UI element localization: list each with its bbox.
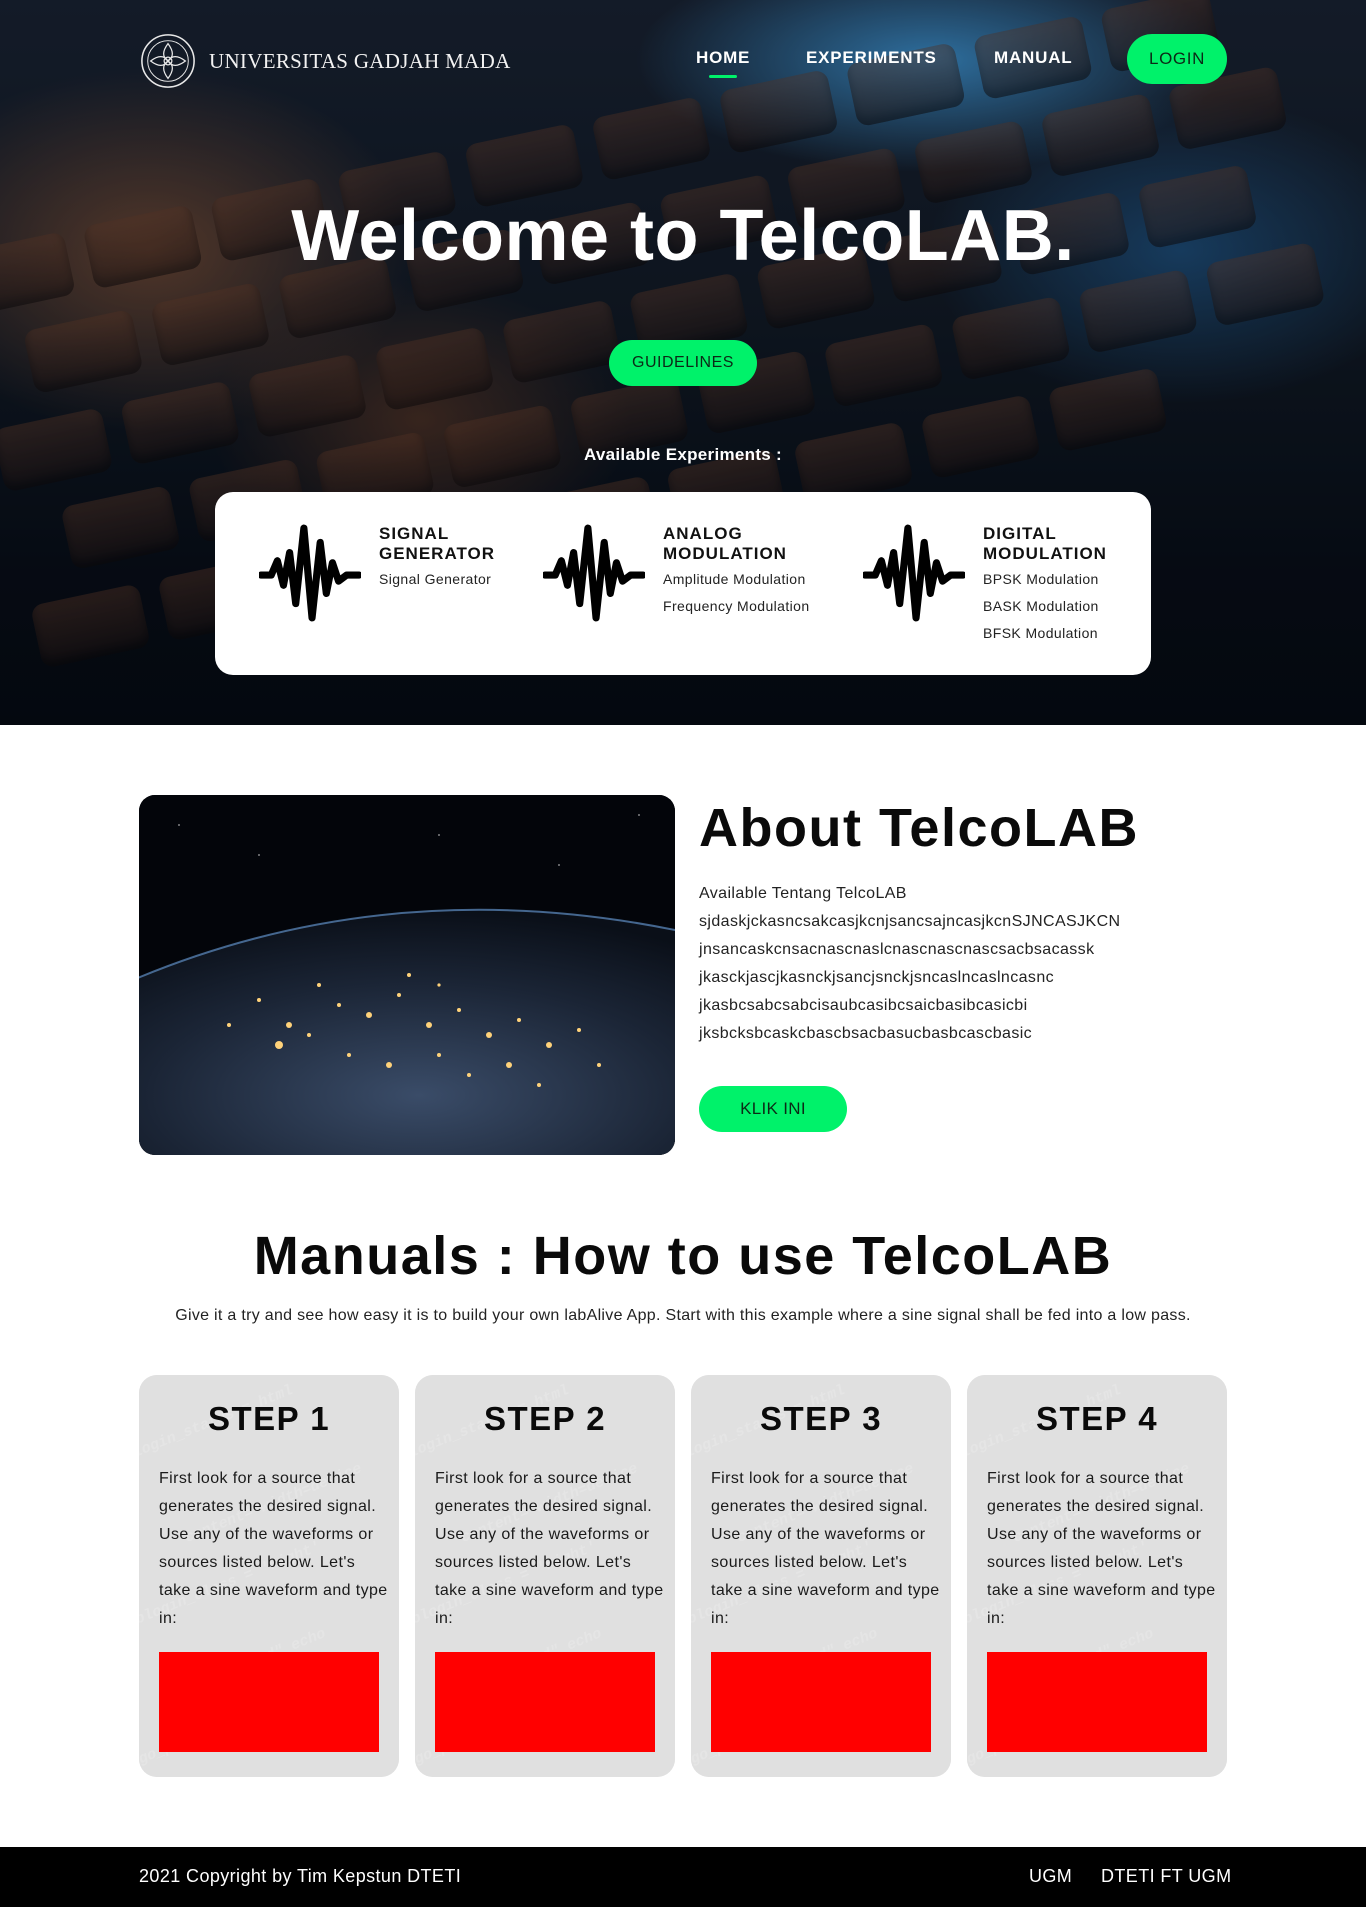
- experiment-link[interactable]: BFSK Modulation: [983, 620, 1123, 647]
- experiment-digital-modulation[interactable]: DIGITAL MODULATION BPSK Modulation BASK …: [863, 522, 1123, 647]
- earth-at-night-photo: [139, 795, 675, 1155]
- hero-title-bold: TelcoLAB: [719, 196, 1055, 276]
- nav-manual[interactable]: MANUAL: [994, 48, 1072, 68]
- about-description: Available Tentang TelcoLAB sjdaskjckasnc…: [699, 880, 1219, 1048]
- experiment-items: BPSK Modulation BASK Modulation BFSK Mod…: [983, 566, 1123, 647]
- nav-experiments[interactable]: EXPERIMENTS: [806, 48, 937, 68]
- about-title-rest: TelcoLAB: [862, 798, 1139, 858]
- brand-name: UNIVERSITAS GADJAH MADA: [209, 48, 511, 73]
- waveform-icon: [259, 524, 361, 622]
- about-title-bold: About: [699, 798, 863, 858]
- manuals-title-rest: : How to use TelcoLAB: [480, 1226, 1113, 1286]
- experiment-items: Signal Generator: [379, 566, 519, 593]
- about-title: About TelcoLAB: [699, 797, 1139, 859]
- experiment-link[interactable]: BPSK Modulation: [983, 566, 1123, 593]
- step-card: $login_status = htmlcontent="width=devic…: [691, 1375, 951, 1777]
- manuals-description: Give it a try and see how easy it is to …: [175, 1307, 1191, 1324]
- experiment-link[interactable]: Signal Generator: [379, 566, 519, 593]
- experiment-title: ANALOG MODULATION: [663, 524, 787, 563]
- step-placeholder-block: [987, 1652, 1207, 1752]
- experiment-link[interactable]: Frequency Modulation: [663, 593, 810, 620]
- step-text: First look for a source that generates t…: [711, 1470, 940, 1627]
- step-text: First look for a source that generates t…: [159, 1470, 388, 1627]
- guidelines-button[interactable]: GUIDELINES: [609, 340, 757, 386]
- earth-photo-art: [139, 795, 675, 1155]
- about-line: sjdaskjckasncsakcasjkcnjsancsajncasjkcnS…: [699, 913, 1121, 930]
- experiment-items: Amplitude Modulation Frequency Modulatio…: [663, 566, 810, 620]
- brand[interactable]: UNIVERSITAS GADJAH MADA: [139, 32, 511, 90]
- step-text: First look for a source that generates t…: [435, 1470, 664, 1627]
- step-title: STEP 1: [207, 1400, 331, 1437]
- footer: 2021 Copyright by Tim Kepstun DTETI UGM …: [0, 1847, 1366, 1907]
- experiments-card: SIGNAL GENERATOR Signal Generator ANALOG…: [215, 492, 1151, 675]
- step-placeholder-block: [711, 1652, 931, 1752]
- experiment-title: DIGITAL MODULATION: [983, 524, 1107, 563]
- manuals-title: Manuals : How to use TelcoLAB: [0, 1225, 1366, 1287]
- about-line: Available Tentang TelcoLAB: [699, 885, 907, 902]
- about-line: jksbcksbcaskcbascbsacbasucbasbcascbasic: [699, 1025, 1033, 1042]
- hero-section: UNIVERSITAS GADJAH MADA HOME EXPERIMENTS…: [0, 0, 1366, 725]
- top-navbar: UNIVERSITAS GADJAH MADA HOME EXPERIMENTS…: [0, 0, 1366, 120]
- waveform-icon: [863, 524, 965, 622]
- hero-title-suffix: .: [1054, 196, 1075, 276]
- available-experiments-label: Available Experiments :: [583, 445, 783, 464]
- about-line: jkasbcsabcsabcisaubcasibcsaicbasibcasicb…: [699, 997, 1028, 1014]
- about-line: jkasckjascjkasnckjsancjsnckjsncaslncasln…: [699, 969, 1055, 986]
- step-placeholder-block: [435, 1652, 655, 1752]
- ugm-seal-icon: [141, 34, 195, 88]
- experiment-link[interactable]: Amplitude Modulation: [663, 566, 810, 593]
- step-title: STEP 2: [483, 1400, 607, 1437]
- step-placeholder-block: [159, 1652, 379, 1752]
- hero-title: Welcome to TelcoLAB.: [0, 195, 1366, 277]
- hero-title-prefix: Welcome to: [291, 196, 720, 276]
- step-card: $login_status = htmlcontent="width=devic…: [967, 1375, 1227, 1777]
- experiment-analog-modulation[interactable]: ANALOG MODULATION Amplitude Modulation F…: [543, 522, 810, 624]
- step-card: $login_status = htmlcontent="width=devic…: [139, 1375, 399, 1777]
- step-title: STEP 3: [759, 1400, 883, 1437]
- step-title: STEP 4: [1035, 1400, 1159, 1437]
- klik-ini-button[interactable]: KLIK INI: [699, 1086, 847, 1132]
- footer-link-ugm[interactable]: UGM: [1029, 1866, 1072, 1887]
- login-button[interactable]: LOGIN: [1127, 34, 1227, 84]
- step-text: First look for a source that generates t…: [987, 1470, 1216, 1627]
- experiment-link[interactable]: BASK Modulation: [983, 593, 1123, 620]
- footer-link-dteti[interactable]: DTETI FT UGM: [1101, 1866, 1231, 1887]
- nav-home[interactable]: HOME: [696, 48, 750, 78]
- footer-copyright: 2021 Copyright by Tim Kepstun DTETI: [139, 1866, 462, 1886]
- manuals-title-bold: Manuals: [253, 1226, 481, 1286]
- experiment-title: SIGNAL GENERATOR: [379, 524, 496, 563]
- waveform-icon: [543, 524, 645, 622]
- step-card: $login_status = htmlcontent="width=devic…: [415, 1375, 675, 1777]
- about-line: jnsancaskcnsacnascnaslcnascnascnascsacbs…: [699, 941, 1095, 958]
- experiment-signal-generator[interactable]: SIGNAL GENERATOR Signal Generator: [259, 522, 519, 624]
